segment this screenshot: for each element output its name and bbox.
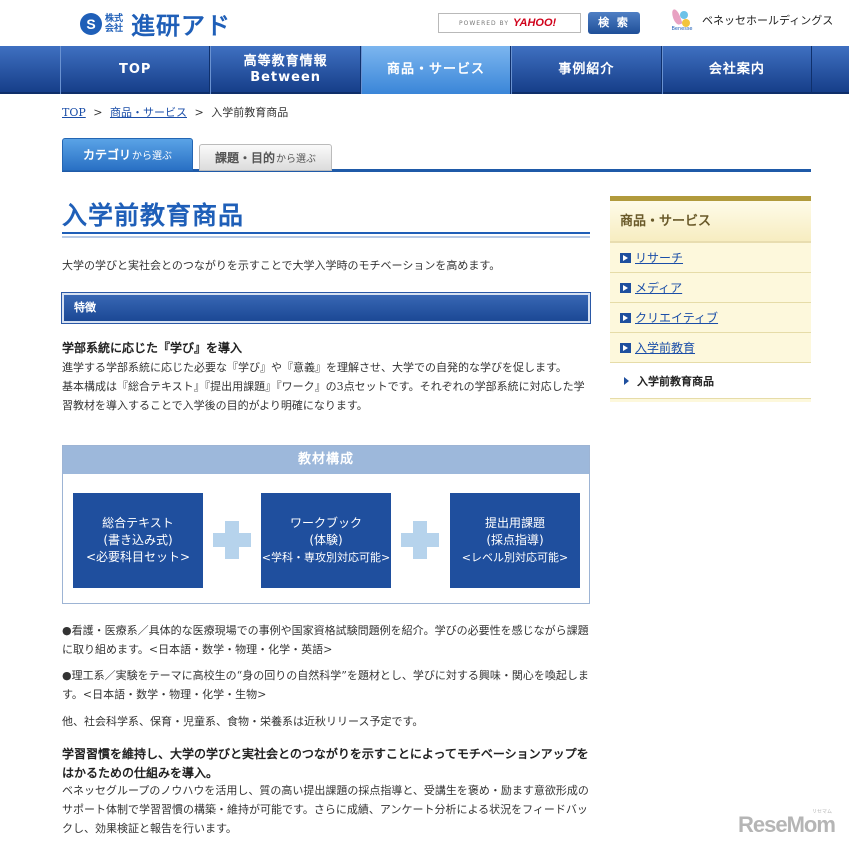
logo-text: 進研アド [131, 12, 231, 40]
triangle-right-icon [624, 376, 629, 385]
sidebar-title: 商品・サービス [610, 201, 811, 243]
breadcrumb-products-link[interactable]: 商品・サービス [110, 106, 187, 119]
plus-icon [213, 521, 251, 559]
sidebar-item-creative[interactable]: クリエイティブ [610, 303, 811, 333]
logo-small-text: 株式会社 [105, 13, 124, 34]
arrow-icon [620, 252, 631, 263]
company-logo[interactable]: S 株式会社 進研アド [80, 6, 231, 41]
arrow-icon [620, 342, 631, 353]
sidebar: 商品・サービス リサーチ メディア クリエイティブ 入学前教育 入学前教育商品 [610, 196, 811, 402]
breadcrumb-top-link[interactable]: TOP [62, 106, 86, 119]
tab-label: カテゴリ [82, 148, 131, 162]
sidebar-item-pre-enrollment[interactable]: 入学前教育 [610, 333, 811, 363]
material-card-workbook: ワークブック (体験) <学科・専攻別対応可能> [261, 493, 391, 588]
tab-purpose[interactable]: 課題・目的 から選ぶ [199, 144, 332, 171]
breadcrumb-current: 入学前教育商品 [211, 106, 289, 119]
nav-label: 商品・サービス [387, 62, 486, 77]
watermark-text: ReseMom [738, 812, 836, 837]
tab-label: 課題・目的 [214, 151, 275, 165]
paragraph-nursing: ●看護・医療系／具体的な医療現場での事例や国家資格試験問題例を紹介。学びの必要性… [62, 624, 589, 656]
feature-body: 進学する学部系統に応じた必要な『学び』や『意義』を理解させ、大学での自発的な学び… [62, 358, 590, 415]
search-button[interactable]: 検 索 [588, 12, 640, 34]
nav-item-top[interactable]: TOP [60, 46, 211, 94]
search-powered-label: POWERED BY [459, 19, 510, 27]
site-header: S 株式会社 進研アド POWERED BY YAHOO! 検 索 Beness… [0, 0, 849, 46]
logo-mark-icon: S [80, 12, 102, 35]
breadcrumb-separator: > [194, 106, 204, 119]
page-title: 入学前教育商品 [62, 196, 590, 238]
resemom-watermark: ReseMom リセマム [738, 809, 836, 838]
sidebar-current-label: 入学前教育商品 [637, 374, 714, 388]
yahoo-logo: YAHOO! [513, 17, 557, 29]
feature-line: 基本構成は『総合テキスト』『提出用課題』『ワーク』の3点セットです。それぞれの学… [62, 380, 585, 412]
benesse-icon: Benesse [670, 8, 694, 32]
tab-sublabel: から選ぶ [132, 151, 172, 162]
feature-heading: 学部系統に応じた『学び』を導入 [62, 341, 243, 355]
paragraph-other: 他、社会科学系、保育・児童系、食物・栄養系は近秋リリース予定です。 [62, 715, 424, 728]
paragraph-science: ●理工系／実験をテーマに高校生の“身の回りの自然科学”を題材とし、学びに対する興… [62, 669, 589, 701]
section-heading-features: 特徴 [61, 292, 591, 324]
tab-sublabel: から選ぶ [276, 154, 316, 165]
benesse-logo[interactable]: Benesse ベネッセホールディングス [670, 8, 833, 32]
sidebar-item-media[interactable]: メディア [610, 273, 811, 303]
sidebar-link[interactable]: リサーチ [635, 249, 683, 266]
sidebar-link[interactable]: メディア [635, 279, 682, 296]
material-card-assignment: 提出用課題 (採点指導) <レベル別対応可能> [450, 493, 580, 588]
sub-heading: 学習習慣を維持し、大学の学びと実社会とのつながりを示すことによってモチベーション… [62, 747, 589, 780]
material-card-text: 総合テキスト (書き込み式) <必要科目セット> [73, 493, 203, 588]
sidebar-item-research[interactable]: リサーチ [610, 243, 811, 273]
nav-sublabel: Between [250, 70, 322, 85]
nav-item-company[interactable]: 会社案内 [661, 46, 813, 94]
sidebar-item-current[interactable]: 入学前教育商品 [610, 363, 811, 399]
global-nav: TOP 高等教育情報 Between 商品・サービス 事例紹介 会社案内 [0, 46, 849, 94]
sidebar-link[interactable]: 入学前教育 [635, 339, 695, 356]
category-tabs: カテゴリ から選ぶ 課題・目的 から選ぶ [62, 136, 811, 172]
feature-line: 進学する学部系統に応じた必要な『学び』や『意義』を理解させ、大学での自発的な学び… [62, 361, 567, 374]
tab-category[interactable]: カテゴリ から選ぶ [62, 138, 193, 171]
nav-label: 事例紹介 [558, 62, 615, 77]
breadcrumb-separator: > [93, 106, 103, 119]
nav-label: 高等教育情報 [243, 54, 328, 69]
nav-item-products[interactable]: 商品・サービス [360, 46, 512, 94]
nav-label: TOP [118, 62, 152, 77]
watermark-small: リセマム [812, 809, 833, 815]
intro-text: 大学の学びと実社会とのつながりを示すことで大学入学時のモチベーションを高めます。 [62, 259, 501, 272]
nav-item-cases[interactable]: 事例紹介 [511, 46, 662, 94]
paragraph-support: ベネッセグループのノウハウを活用し、質の高い提出課題の採点指導と、受講生を褒め・… [62, 784, 589, 835]
search-input[interactable]: POWERED BY YAHOO! [438, 13, 581, 33]
arrow-icon [620, 282, 631, 293]
plus-icon [401, 521, 439, 559]
sidebar-link[interactable]: クリエイティブ [635, 309, 718, 326]
materials-heading: 教材構成 [63, 446, 589, 474]
materials-diagram: 教材構成 総合テキスト (書き込み式) <必要科目セット> ワークブック (体験… [62, 445, 590, 604]
breadcrumb: TOP > 商品・サービス > 入学前教育商品 [62, 104, 288, 120]
arrow-icon [620, 312, 631, 323]
benesse-name: ベネッセホールディングス [702, 14, 834, 27]
nav-label: 会社案内 [708, 62, 765, 77]
nav-item-between[interactable]: 高等教育情報 Between [210, 46, 361, 94]
